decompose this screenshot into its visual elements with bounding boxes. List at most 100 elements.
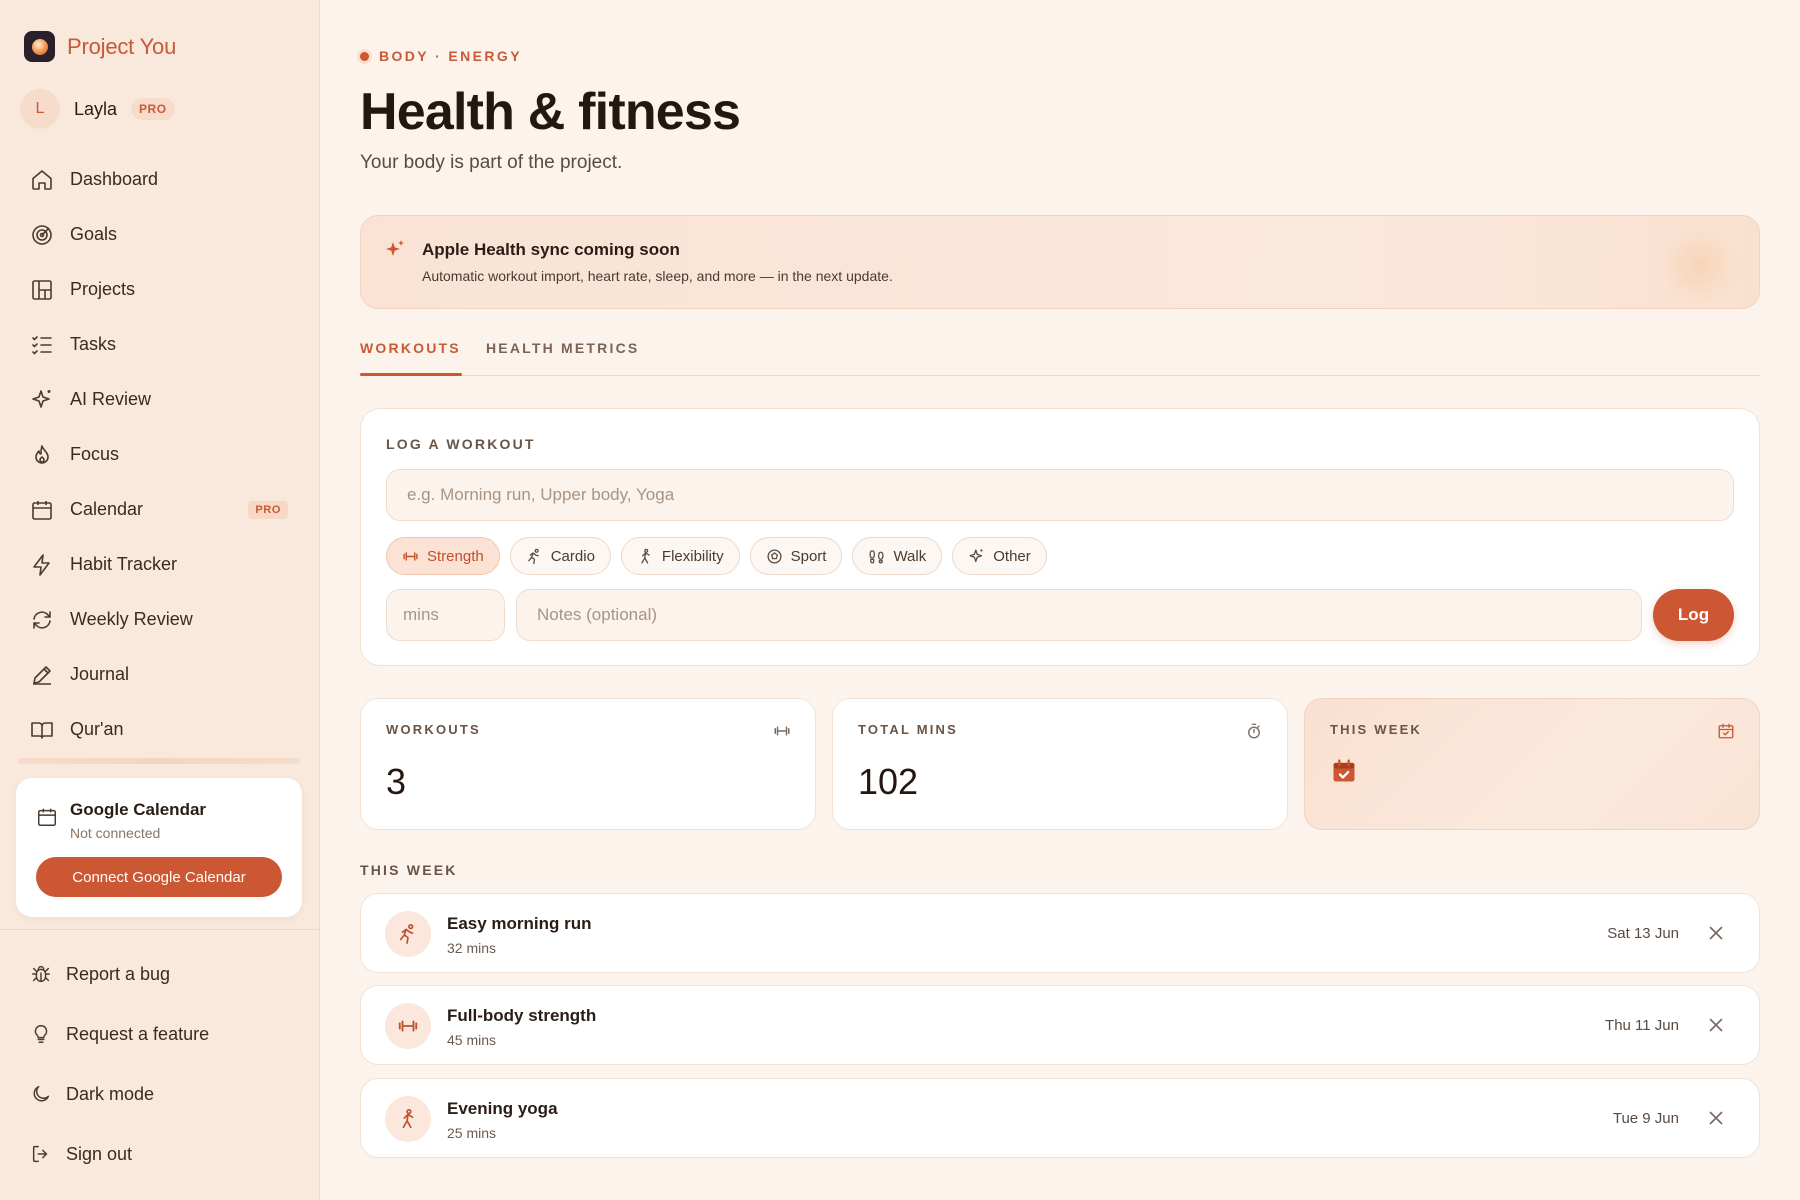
chip-label: Cardio bbox=[550, 547, 595, 565]
dumbbell-icon bbox=[403, 551, 418, 561]
stat-card-this-week: THIS WEEK bbox=[1304, 698, 1760, 830]
grid-icon bbox=[32, 279, 52, 300]
sidebar-item-tasks[interactable]: Tasks bbox=[0, 317, 320, 372]
pen-icon bbox=[33, 665, 51, 685]
refresh-icon bbox=[33, 610, 51, 629]
google-calendar-card: Google Calendar Not connected Connect Go… bbox=[16, 778, 302, 917]
lightbulb-icon bbox=[34, 1025, 48, 1043]
sparkle-icon bbox=[386, 240, 404, 256]
list-item[interactable]: Evening yoga 25 mins Tue 9 Jun bbox=[360, 1078, 1760, 1158]
pro-badge: PRO bbox=[131, 98, 175, 120]
sidebar-item-label: Journal bbox=[70, 664, 130, 684]
chip-cardio[interactable]: Cardio bbox=[509, 537, 611, 575]
workout-date: Tue 9 Jun bbox=[1612, 1110, 1679, 1127]
flame-icon bbox=[35, 444, 49, 464]
chip-other[interactable]: Other bbox=[952, 537, 1047, 575]
request-feature-link[interactable]: Request a feature bbox=[0, 1004, 320, 1064]
runner-icon bbox=[527, 548, 539, 564]
chip-flexibility[interactable]: Flexibility bbox=[620, 537, 740, 575]
sidebar-nav: Dashboard Goals Projects Tasks AI Review… bbox=[0, 152, 320, 757]
chip-label: Strength bbox=[427, 547, 484, 565]
sidebar: Project You L Layla PRO Dashboard Goals … bbox=[0, 0, 320, 1200]
this-week-heading: THIS WEEK bbox=[360, 862, 458, 878]
tab-bar: WORKOUTS HEALTH METRICS bbox=[360, 336, 1760, 376]
calendar-check-icon bbox=[1333, 759, 1355, 782]
sidebar-footer-nav: Report a bug Request a feature Dark mode… bbox=[0, 944, 320, 1184]
chip-strength[interactable]: Strength bbox=[386, 537, 500, 575]
sidebar-item-ai-review[interactable]: AI Review bbox=[0, 372, 320, 427]
dark-mode-toggle[interactable]: Dark mode bbox=[0, 1064, 320, 1124]
list-item[interactable]: Full-body strength 45 mins Thu 11 Jun bbox=[360, 985, 1760, 1065]
brand[interactable]: Project You bbox=[24, 31, 176, 62]
dumbbell-icon bbox=[385, 1003, 431, 1049]
request-feature-label: Request a feature bbox=[66, 1023, 210, 1044]
log-button[interactable]: Log bbox=[1653, 589, 1734, 641]
sidebar-item-label: Qur'an bbox=[70, 719, 124, 739]
chip-label: Sport bbox=[790, 547, 827, 565]
calendar-icon bbox=[32, 500, 52, 520]
app-logo bbox=[24, 31, 55, 62]
minutes-input[interactable]: mins bbox=[386, 589, 505, 641]
banner-text: Automatic workout import, heart rate, sl… bbox=[422, 268, 893, 284]
workout-name-input[interactable]: e.g. Morning run, Upper body, Yoga bbox=[386, 469, 1734, 521]
sidebar-item-label: Dashboard bbox=[70, 169, 159, 189]
sidebar-item-label: Goals bbox=[70, 224, 118, 244]
report-bug-label: Report a bug bbox=[66, 963, 171, 984]
user-profile[interactable]: L Layla PRO bbox=[20, 89, 175, 129]
section-eyebrow: BODY · ENERGY bbox=[360, 48, 522, 64]
sidebar-item-focus[interactable]: Focus bbox=[0, 427, 320, 482]
stat-label: TOTAL MINS bbox=[858, 722, 958, 737]
sidebar-item-calendar[interactable]: Calendar PRO bbox=[0, 482, 320, 537]
chip-sport[interactable]: Sport bbox=[749, 537, 843, 575]
workout-date: Sat 13 Jun bbox=[1607, 925, 1679, 942]
stat-value: 102 bbox=[858, 761, 919, 802]
active-tab-indicator bbox=[360, 373, 462, 376]
sidebar-item-label: Calendar bbox=[70, 499, 144, 519]
user-name: Layla bbox=[74, 98, 118, 119]
app-name: Project You bbox=[67, 33, 177, 59]
sidebar-item-label: Projects bbox=[70, 279, 136, 299]
banner-title: Apple Health sync coming soon bbox=[422, 240, 680, 259]
sidebar-item-projects[interactable]: Projects bbox=[0, 262, 320, 317]
tab-workouts[interactable]: WORKOUTS bbox=[360, 340, 461, 356]
workout-duration: 25 mins bbox=[447, 1125, 497, 1141]
calendar-check-icon bbox=[1718, 723, 1734, 739]
sign-out-label: Sign out bbox=[66, 1143, 133, 1164]
moon-icon bbox=[33, 1085, 50, 1102]
list-item[interactable]: Easy morning run 32 mins Sat 13 Jun bbox=[360, 893, 1760, 973]
pro-badge: PRO bbox=[248, 500, 288, 519]
home-icon bbox=[32, 169, 52, 190]
dark-mode-label: Dark mode bbox=[66, 1083, 155, 1104]
stopwatch-icon bbox=[1248, 723, 1260, 739]
sign-out-icon bbox=[32, 1145, 48, 1163]
chip-walk[interactable]: Walk bbox=[852, 537, 943, 575]
sidebar-item-habit-tracker[interactable]: Habit Tracker bbox=[0, 537, 320, 592]
stat-label: THIS WEEK bbox=[1330, 722, 1423, 737]
sidebar-item-goals[interactable]: Goals bbox=[0, 207, 320, 262]
book-icon bbox=[31, 721, 53, 739]
stat-card-total-mins: TOTAL MINS 102 bbox=[832, 698, 1288, 830]
chip-label: Walk bbox=[893, 547, 927, 565]
workout-name: Easy morning run bbox=[447, 914, 592, 933]
stretch-icon bbox=[641, 548, 650, 564]
google-calendar-title: Google Calendar bbox=[70, 800, 207, 819]
bug-icon bbox=[32, 966, 50, 983]
sign-out-link[interactable]: Sign out bbox=[0, 1124, 320, 1184]
notes-input[interactable]: Notes (optional) bbox=[516, 589, 1642, 641]
sidebar-item-weekly-review[interactable]: Weekly Review bbox=[0, 592, 320, 647]
sidebar-item-quran[interactable]: Qur'an bbox=[0, 702, 320, 757]
sidebar-item-dashboard[interactable]: Dashboard bbox=[0, 152, 320, 207]
ball-icon bbox=[767, 548, 782, 564]
bolt-icon bbox=[33, 553, 50, 576]
stat-value: 3 bbox=[386, 761, 407, 802]
close-icon[interactable] bbox=[1705, 1014, 1727, 1036]
close-icon[interactable] bbox=[1705, 922, 1727, 944]
target-icon bbox=[32, 224, 52, 245]
report-bug-link[interactable]: Report a bug bbox=[0, 944, 320, 1004]
connect-google-calendar-button[interactable]: Connect Google Calendar bbox=[36, 857, 282, 897]
sidebar-item-journal[interactable]: Journal bbox=[0, 647, 320, 702]
sparkle-icon bbox=[32, 389, 51, 408]
close-icon[interactable] bbox=[1705, 1107, 1727, 1129]
tab-health-metrics[interactable]: HEALTH METRICS bbox=[486, 340, 639, 356]
eyebrow-dot bbox=[360, 51, 369, 61]
